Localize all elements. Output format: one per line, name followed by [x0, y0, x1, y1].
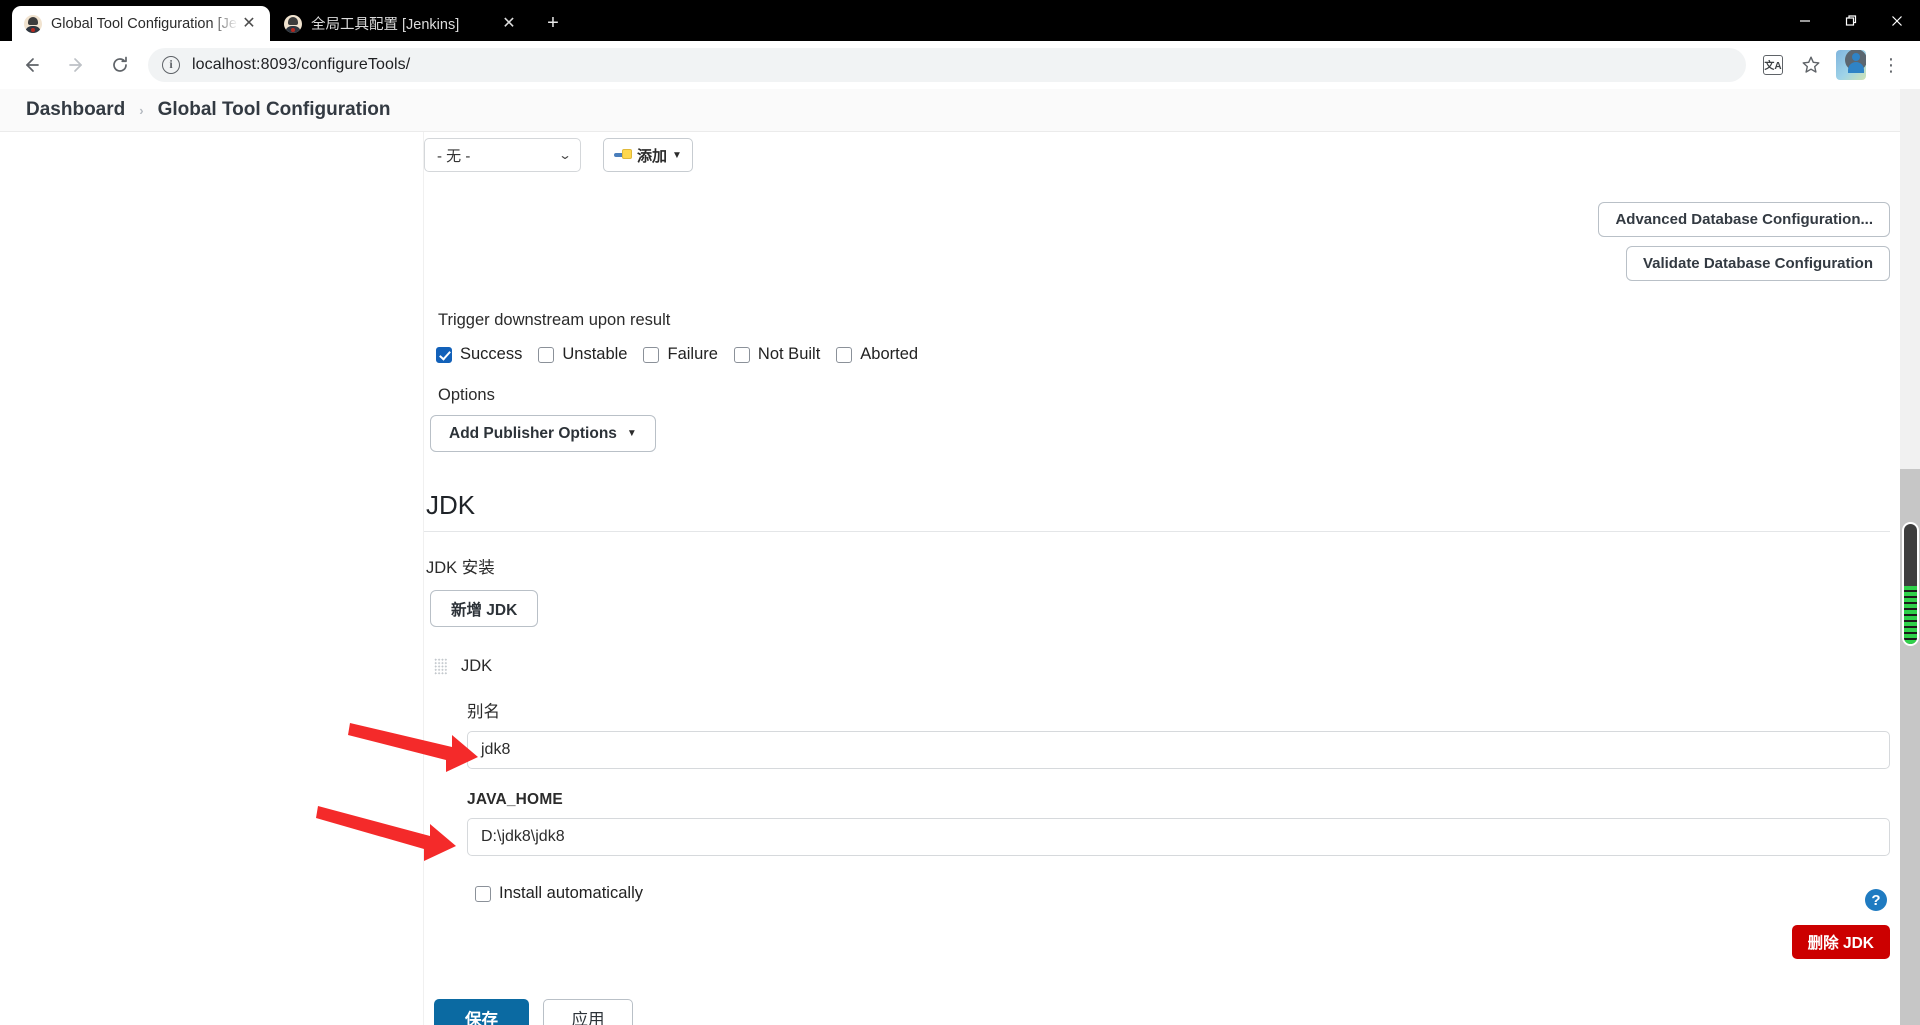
- jenkins-favicon-icon: [24, 14, 42, 33]
- close-icon[interactable]: ✕: [498, 13, 520, 35]
- add-jdk-button[interactable]: 新增 JDK: [430, 590, 539, 627]
- breadcrumb: Dashboard › Global Tool Configuration: [0, 89, 1920, 132]
- credentials-select-value: - 无 -: [437, 147, 471, 165]
- checkbox-not-built[interactable]: [733, 346, 750, 363]
- jdk-installations-label: JDK 安装: [426, 559, 495, 577]
- reload-icon[interactable]: [103, 48, 137, 82]
- checkbox-aborted[interactable]: [836, 346, 853, 363]
- breadcrumb-current: Global Tool Configuration: [157, 99, 391, 120]
- checkbox-failure[interactable]: [643, 346, 660, 363]
- breadcrumb-dashboard[interactable]: Dashboard: [26, 99, 125, 121]
- checkbox-unstable-label: Unstable: [562, 345, 628, 363]
- site-info-icon[interactable]: i: [162, 55, 180, 74]
- tab-strip: Global Tool Configuration [Jen ✕ 全局工具配置 …: [0, 0, 568, 41]
- caret-down-icon: ▼: [626, 428, 637, 439]
- trigger-downstream-checkboxes: Success Unstable Failure Not Built Abort…: [424, 345, 1920, 364]
- browser-toolbar: i localhost:8093/configureTools/ 文A ⋮: [0, 41, 1920, 89]
- back-icon[interactable]: [15, 48, 49, 82]
- forward-icon[interactable]: [59, 48, 93, 82]
- caret-down-icon: ▼: [672, 149, 682, 161]
- tab-global-tool-configuration-zh[interactable]: 全局工具配置 [Jenkins] ✕: [272, 6, 530, 41]
- configuration-form: - 无 - ⌄ 添加 ▼ Advanced Database Configura…: [424, 132, 1920, 1025]
- browser-menu-icon[interactable]: ⋮: [1876, 50, 1906, 80]
- key-icon: [614, 148, 632, 162]
- address-bar[interactable]: i localhost:8093/configureTools/: [148, 47, 1746, 82]
- jenkins-favicon-icon: [284, 14, 302, 33]
- delete-jdk-button[interactable]: 删除 JDK: [1791, 925, 1890, 959]
- scrollbar-track-upper[interactable]: [1900, 89, 1920, 469]
- tab-title: Global Tool Configuration [Jen: [51, 15, 238, 32]
- credentials-row: - 无 - ⌄ 添加 ▼: [424, 132, 1920, 172]
- save-button[interactable]: 保存: [434, 999, 529, 1025]
- jdk-alias-input[interactable]: jdk8: [467, 731, 1890, 769]
- add-publisher-options-label: Add Publisher Options: [449, 424, 617, 442]
- jdk-entry-header: JDK: [434, 657, 1920, 676]
- add-publisher-options-button[interactable]: Add Publisher Options ▼: [430, 415, 656, 452]
- browser-window: Global Tool Configuration [Jen ✕ 全局工具配置 …: [0, 0, 1920, 1025]
- minimize-icon[interactable]: [1782, 0, 1828, 41]
- jdk-entry: JDK 别名 jdk8 JAVA_HOME D:\jdk8\jdk8 Insta…: [424, 657, 1920, 965]
- close-icon[interactable]: ✕: [238, 13, 260, 35]
- page-scrollbar[interactable]: [1900, 89, 1920, 1025]
- profile-avatar[interactable]: [1836, 49, 1866, 80]
- checkbox-success[interactable]: [436, 346, 452, 363]
- options-label: Options: [438, 386, 495, 404]
- advanced-database-configuration-button[interactable]: Advanced Database Configuration...: [1598, 202, 1890, 237]
- checkbox-success-label: Success: [460, 345, 523, 363]
- jdk-entry-title: JDK: [461, 657, 493, 675]
- add-credentials-button[interactable]: 添加 ▼: [603, 138, 693, 172]
- tab-global-tool-configuration[interactable]: Global Tool Configuration [Jen ✕: [12, 6, 270, 41]
- translate-icon[interactable]: 文A: [1758, 50, 1788, 80]
- form-footer-buttons: 保存 应用: [434, 999, 1920, 1025]
- validate-database-configuration-button[interactable]: Validate Database Configuration: [1625, 246, 1890, 281]
- chevron-down-icon: ⌄: [558, 148, 572, 162]
- scrollbar-thumb-stripes: [1904, 586, 1917, 644]
- checkbox-aborted-label: Aborted: [860, 345, 919, 363]
- trigger-downstream-label: Trigger downstream upon result: [438, 311, 671, 329]
- window-controls: [1782, 0, 1920, 41]
- apply-button[interactable]: 应用: [543, 999, 633, 1025]
- scrollbar-thumb[interactable]: [1904, 524, 1917, 644]
- translate-glyph: 文A: [1763, 54, 1783, 75]
- bookmark-star-icon[interactable]: [1796, 50, 1826, 80]
- jenkins-page: Dashboard › Global Tool Configuration - …: [0, 89, 1920, 1025]
- database-config-buttons: Advanced Database Configuration... Valid…: [424, 202, 1920, 281]
- maximize-icon[interactable]: [1828, 0, 1874, 41]
- url-text: localhost:8093/configureTools/: [192, 55, 411, 73]
- tab-title: 全局工具配置 [Jenkins]: [311, 17, 460, 33]
- drag-handle-icon[interactable]: [434, 658, 447, 675]
- add-credentials-label: 添加: [637, 147, 668, 165]
- jdk-java-home-label: JAVA_HOME: [467, 791, 563, 808]
- checkbox-unstable[interactable]: [538, 346, 555, 363]
- jdk-section-heading: JDK: [424, 490, 1890, 532]
- left-rail: [0, 132, 424, 1025]
- jdk-java-home-input[interactable]: D:\jdk8\jdk8: [467, 818, 1890, 856]
- breadcrumb-separator-icon: ›: [139, 102, 144, 118]
- jdk-alias-label: 别名: [467, 703, 500, 721]
- checkbox-not-built-label: Not Built: [757, 345, 821, 363]
- checkbox-failure-label: Failure: [667, 345, 718, 363]
- close-window-icon[interactable]: [1874, 0, 1920, 41]
- new-tab-button[interactable]: +: [538, 8, 568, 38]
- browser-titlebar: Global Tool Configuration [Jen ✕ 全局工具配置 …: [0, 0, 1920, 41]
- page-content: - 无 - ⌄ 添加 ▼ Advanced Database Configura…: [0, 132, 1920, 1025]
- credentials-select[interactable]: - 无 - ⌄: [424, 138, 581, 172]
- help-icon[interactable]: ?: [1865, 889, 1887, 911]
